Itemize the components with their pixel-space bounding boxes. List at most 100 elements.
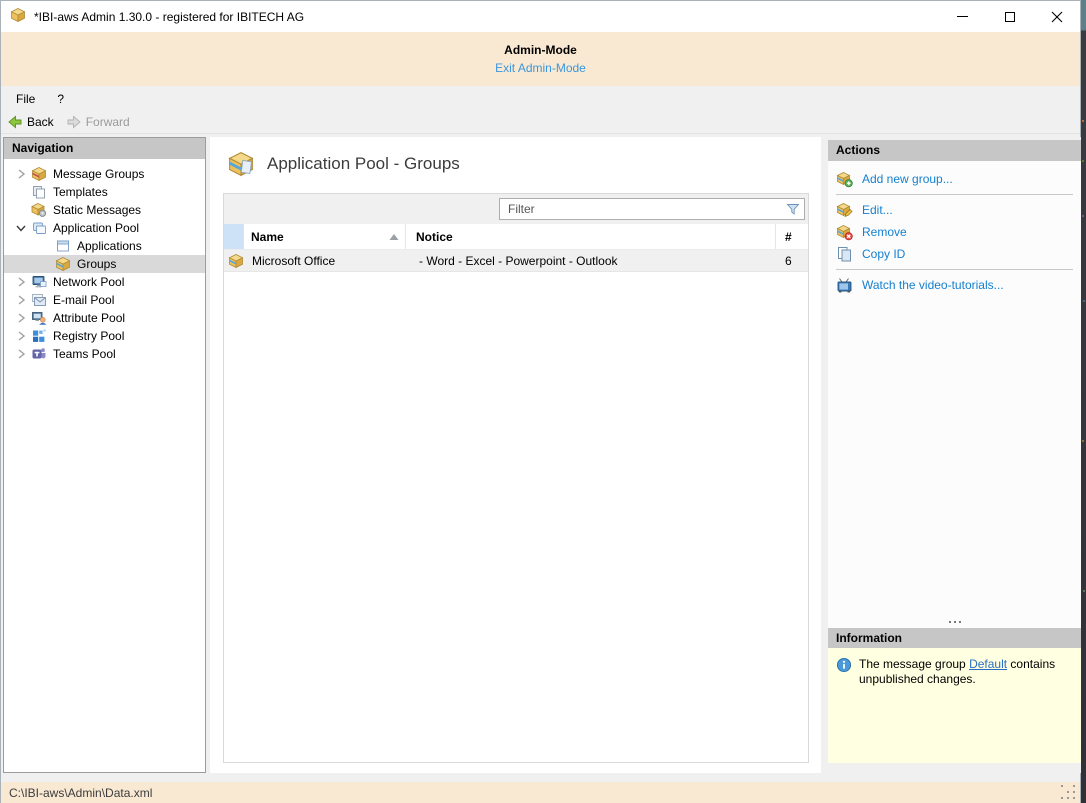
nav-item-message-groups[interactable]: Message Groups (4, 165, 205, 183)
close-button[interactable] (1033, 1, 1080, 32)
filter-bar (224, 194, 808, 224)
back-arrow-icon (7, 114, 23, 130)
static-messages-icon (31, 202, 47, 218)
menu-help[interactable]: ? (50, 90, 71, 108)
nav-label: Application Pool (53, 221, 139, 235)
action-label: Edit... (862, 203, 893, 217)
edit-action[interactable]: Edit... (836, 199, 1081, 221)
nav-label: Network Pool (53, 275, 124, 289)
remove-action[interactable]: Remove (836, 221, 1081, 243)
nav-item-attribute-pool[interactable]: Attribute Pool (4, 309, 205, 327)
copy-id-action[interactable]: Copy ID (836, 243, 1081, 265)
templates-icon (31, 184, 47, 200)
default-group-link[interactable]: Default (969, 657, 1007, 671)
navigation-tree: Message Groups Templates (4, 159, 205, 363)
nav-item-groups[interactable]: Groups (4, 255, 205, 273)
navigation-panel: Navigation Message Groups (3, 137, 206, 773)
action-label: Add new group... (862, 172, 953, 186)
nav-item-registry-pool[interactable]: Registry Pool (4, 327, 205, 345)
desktop-edge-sliver (1081, 0, 1086, 803)
information-panel: The message group Default contains unpub… (828, 648, 1081, 763)
column-header-notice[interactable]: Notice (406, 224, 776, 249)
groups-icon (55, 256, 71, 272)
video-tutorials-action[interactable]: Watch the video-tutorials... (836, 274, 1081, 296)
actions-header: Actions (828, 140, 1081, 161)
maximize-button[interactable] (986, 1, 1033, 32)
email-pool-icon (31, 292, 47, 308)
nav-label: Static Messages (53, 203, 141, 217)
nav-label: Applications (77, 239, 142, 253)
chevron-placeholder (14, 203, 28, 217)
nav-item-application-pool[interactable]: Application Pool (4, 219, 205, 237)
action-label: Watch the video-tutorials... (862, 278, 1004, 292)
forward-button[interactable]: Forward (60, 111, 136, 133)
menu-bar: File ? (1, 86, 1080, 111)
status-bar: C:\IBI-aws\Admin\Data.xml (1, 782, 1080, 803)
back-button[interactable]: Back (1, 111, 60, 133)
column-header-count[interactable]: # (776, 224, 808, 249)
panel-splitter[interactable] (828, 615, 1081, 628)
screen: *IBI-aws Admin 1.30.0 - registered for I… (0, 0, 1086, 803)
chevron-right-icon[interactable] (14, 275, 28, 289)
nav-item-templates[interactable]: Templates (4, 183, 205, 201)
table-row[interactable]: Microsoft Office - Word - Excel - Powerp… (224, 250, 808, 272)
attribute-pool-icon (31, 310, 47, 326)
chevron-right-icon[interactable] (14, 167, 28, 181)
nav-label: Groups (77, 257, 116, 271)
information-message: The message group Default contains unpub… (859, 657, 1073, 763)
nav-item-applications[interactable]: Applications (4, 237, 205, 255)
nav-item-network-pool[interactable]: Network Pool (4, 273, 205, 291)
navigation-header: Navigation (4, 138, 205, 159)
page-header: Application Pool - Groups (225, 150, 460, 178)
minimize-icon (957, 16, 968, 17)
chevron-placeholder (38, 257, 52, 271)
data-file-path: C:\IBI-aws\Admin\Data.xml (9, 786, 152, 800)
row-notice: - Word - Excel - Powerpoint - Outlook (409, 254, 776, 268)
filter-funnel-icon[interactable] (785, 201, 801, 217)
menu-file[interactable]: File (9, 90, 42, 108)
network-pool-icon (31, 274, 47, 290)
selection-column-header[interactable] (224, 224, 244, 249)
column-header-name[interactable]: Name (244, 224, 406, 249)
actions-separator (836, 269, 1073, 270)
nav-item-email-pool[interactable]: E-mail Pool (4, 291, 205, 309)
admin-mode-banner: Admin-Mode Exit Admin-Mode (1, 32, 1080, 86)
column-count-label: # (785, 230, 792, 244)
nav-label: Templates (53, 185, 108, 199)
chevron-right-icon[interactable] (14, 329, 28, 343)
sort-ascending-icon (389, 233, 399, 241)
chevron-right-icon[interactable] (14, 347, 28, 361)
chevron-placeholder (38, 239, 52, 253)
nav-item-static-messages[interactable]: Static Messages (4, 201, 205, 219)
minimize-button[interactable] (939, 1, 986, 32)
filter-input[interactable] (500, 199, 785, 219)
info-text-before: The message group (859, 657, 969, 671)
groups-list-box: Name Notice # (223, 193, 809, 763)
remove-group-icon (836, 224, 853, 241)
right-panel: Actions Add new group... (828, 137, 1081, 773)
row-count: 6 (776, 254, 808, 268)
back-label: Back (27, 115, 54, 129)
copy-id-icon (836, 246, 853, 263)
nav-item-teams-pool[interactable]: Teams Pool (4, 345, 205, 363)
window-title: *IBI-aws Admin 1.30.0 - registered for I… (34, 10, 304, 24)
info-icon (836, 657, 852, 673)
edit-group-icon (836, 202, 853, 219)
chevron-right-icon[interactable] (14, 293, 28, 307)
chevron-right-icon[interactable] (14, 311, 28, 325)
column-name-label: Name (251, 230, 284, 244)
resize-grip[interactable] (1061, 785, 1075, 799)
exit-admin-mode-link[interactable]: Exit Admin-Mode (495, 61, 586, 75)
application-pool-icon (31, 220, 47, 236)
maximize-icon (1005, 12, 1015, 22)
teams-pool-icon (31, 346, 47, 362)
filter-field (499, 198, 805, 220)
column-notice-label: Notice (416, 230, 453, 244)
information-header: Information (828, 628, 1081, 649)
groups-page-icon (225, 150, 257, 178)
add-new-group-action[interactable]: Add new group... (836, 168, 1081, 190)
action-label: Copy ID (862, 247, 905, 261)
chevron-down-icon[interactable] (14, 221, 28, 235)
group-row-icon (228, 253, 244, 269)
video-tutorials-icon (836, 277, 853, 294)
